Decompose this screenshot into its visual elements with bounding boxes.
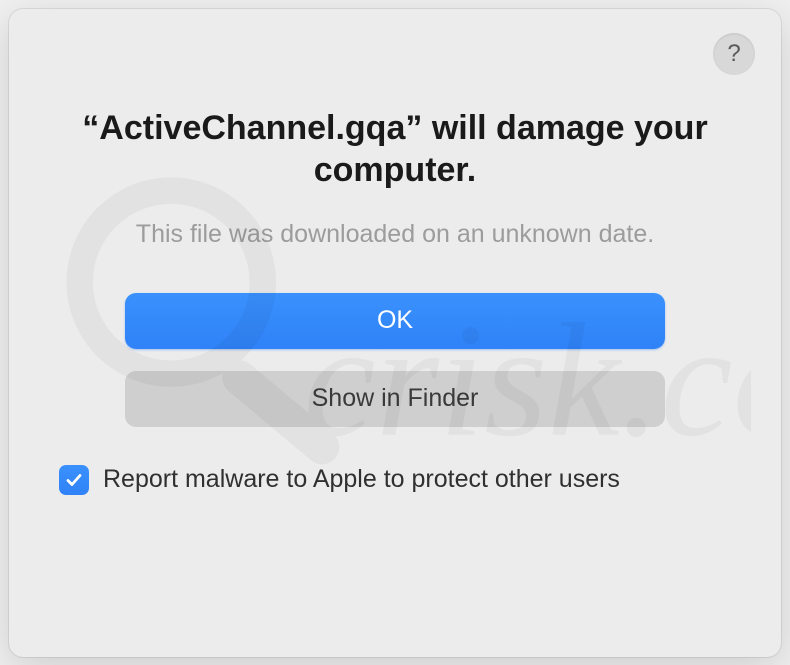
dialog-title: “ActiveChannel.gqa” will damage your com… [75, 107, 715, 192]
show-in-finder-button[interactable]: Show in Finder [125, 371, 665, 427]
dialog-subtitle: This file was downloaded on an unknown d… [136, 220, 654, 249]
title-quote-open: “ [82, 109, 99, 147]
alert-dialog: crisk.com ? “ActiveChannel.gqa” will dam… [9, 9, 781, 657]
help-button[interactable]: ? [713, 33, 755, 75]
report-malware-row: Report malware to Apple to protect other… [59, 465, 620, 495]
help-icon: ? [727, 40, 740, 68]
button-stack: OK Show in Finder [125, 293, 665, 427]
ok-button[interactable]: OK [125, 293, 665, 349]
title-filename: ActiveChannel.gqa [99, 109, 405, 147]
report-malware-checkbox[interactable] [59, 465, 89, 495]
report-malware-label: Report malware to Apple to protect other… [103, 465, 620, 494]
checkmark-icon [64, 470, 84, 490]
